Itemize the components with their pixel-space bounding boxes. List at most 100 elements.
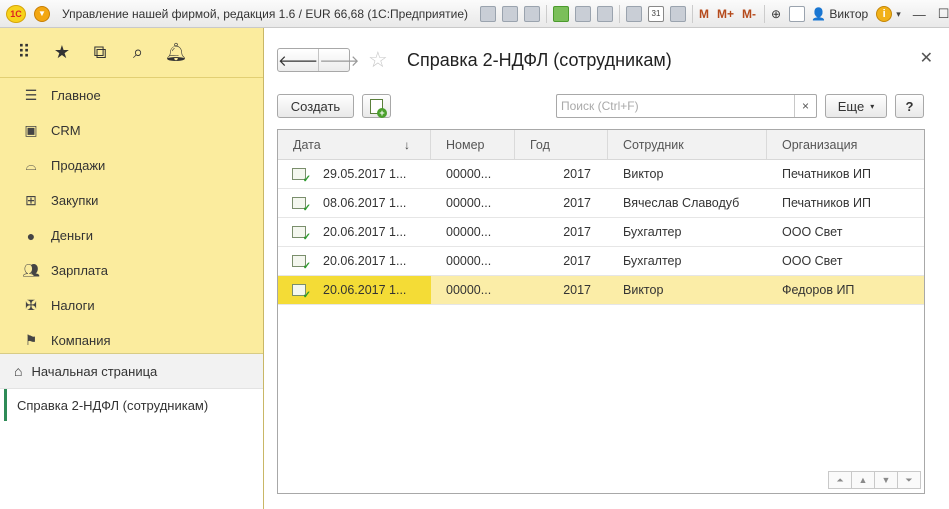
section-sales[interactable]: ⌓ Продажи bbox=[0, 148, 263, 183]
back-arrow-icon[interactable]: 🡐 bbox=[278, 49, 318, 71]
memory-plus-button[interactable]: M+ bbox=[717, 7, 734, 21]
search-input[interactable] bbox=[557, 95, 794, 117]
calculator-icon[interactable] bbox=[670, 6, 686, 22]
home-page-link[interactable]: ⌂ Начальная страница bbox=[0, 354, 263, 389]
cell-date: 29.05.2017 1... bbox=[278, 160, 431, 188]
memory-minus-button[interactable]: M- bbox=[742, 7, 756, 21]
column-header-employee[interactable]: Сотрудник bbox=[608, 130, 767, 159]
mail-icon[interactable] bbox=[575, 6, 591, 22]
spreadsheet-icon[interactable] bbox=[626, 6, 642, 22]
clear-search-icon[interactable]: × bbox=[794, 95, 816, 117]
toolbar-divider bbox=[546, 5, 547, 23]
upload-icon[interactable] bbox=[553, 6, 569, 22]
cell-organization: Печатников ИП bbox=[782, 167, 871, 181]
close-form-icon[interactable]: ✕ bbox=[920, 48, 933, 68]
toolbar-divider bbox=[619, 5, 620, 23]
cell-organization: ООО Свет bbox=[782, 225, 843, 239]
table-header: Дата ↓ Номер Год Сотрудник Организация bbox=[278, 130, 924, 160]
section-label: Деньги bbox=[51, 228, 93, 243]
search-icon[interactable]: ⌕ bbox=[128, 42, 148, 63]
scroll-first-icon[interactable]: ⏶ bbox=[828, 471, 852, 489]
sort-down-icon: ↓ bbox=[404, 137, 410, 152]
chevron-down-icon[interactable]: ▾ bbox=[896, 9, 901, 20]
table-row[interactable]: 08.06.2017 1... 00000... 2017 Вячеслав С… bbox=[278, 189, 924, 218]
posted-document-icon bbox=[292, 255, 311, 272]
minimize-icon[interactable]: — bbox=[913, 7, 926, 22]
table-row[interactable]: 20.06.2017 1... 00000... 2017 Бухгалтер … bbox=[278, 247, 924, 276]
section-purchases[interactable]: ⊞ Закупки bbox=[0, 183, 263, 218]
window-title-bar: 1С ▼ Управление нашей фирмой, редакция 1… bbox=[0, 0, 949, 28]
more-label: Еще bbox=[837, 98, 865, 114]
section-label: CRM bbox=[51, 123, 81, 138]
cell-date-text: 29.05.2017 1... bbox=[323, 167, 407, 181]
cell-date-text: 20.06.2017 1... bbox=[323, 254, 407, 268]
table-row-selected[interactable]: 20.06.2017 1... 00000... 2017 Виктор Фед… bbox=[278, 276, 924, 305]
cell-number: 00000... bbox=[446, 196, 492, 210]
open-window-item[interactable]: Справка 2-НДФЛ (сотрудникам) bbox=[4, 389, 263, 421]
table-row[interactable]: 20.06.2017 1... 00000... 2017 Бухгалтер … bbox=[278, 218, 924, 247]
table-row[interactable]: 29.05.2017 1... 00000... 2017 Виктор Печ… bbox=[278, 160, 924, 189]
cell-employee: Виктор bbox=[623, 167, 664, 181]
home-icon: ⌂ bbox=[14, 363, 23, 379]
scroll-last-icon[interactable]: ⏷ bbox=[897, 471, 921, 489]
cell-employee: Бухгалтер bbox=[623, 254, 682, 268]
cell-employee: Виктор bbox=[623, 283, 664, 297]
form-area: 🡐 🡒 ☆ Справка 2-НДФЛ (сотрудникам) ✕ Соз… bbox=[265, 28, 949, 509]
user-menu[interactable]: 👤 Виктор bbox=[811, 7, 868, 21]
create-button[interactable]: Создать bbox=[277, 94, 354, 118]
print-icon[interactable] bbox=[502, 6, 518, 22]
history-icon[interactable]: ⧉ bbox=[90, 42, 110, 63]
column-label: Дата bbox=[293, 137, 321, 152]
toolbar-divider bbox=[692, 5, 693, 23]
page-title: Справка 2-НДФЛ (сотрудникам) bbox=[407, 50, 672, 70]
preview-icon[interactable] bbox=[524, 6, 540, 22]
cell-employee: Бухгалтер bbox=[623, 225, 682, 239]
cell-number: 00000... bbox=[446, 283, 492, 297]
save-icon[interactable] bbox=[480, 6, 496, 22]
zoom-icon[interactable]: ⊕ bbox=[771, 7, 781, 21]
toolbar-divider bbox=[764, 5, 766, 23]
main-menu-button[interactable]: ▼ bbox=[34, 5, 50, 22]
info-icon[interactable]: i bbox=[876, 6, 893, 22]
apps-grid-icon[interactable]: ⠿ bbox=[14, 42, 34, 63]
section-taxes[interactable]: ✠ Налоги bbox=[0, 288, 263, 323]
scroll-up-icon[interactable]: ▲ bbox=[851, 471, 875, 489]
help-button[interactable]: ? bbox=[895, 94, 924, 118]
create-by-copy-button[interactable] bbox=[362, 94, 391, 118]
cell-year: 2017 bbox=[563, 254, 591, 268]
home-label: Начальная страница bbox=[31, 363, 158, 379]
1c-logo-icon: 1С bbox=[6, 4, 26, 23]
column-header-date[interactable]: Дата ↓ bbox=[278, 130, 431, 159]
cell-employee: Вячеслав Славодуб bbox=[623, 196, 740, 210]
section-crm[interactable]: ▣ CRM bbox=[0, 113, 263, 148]
section-main[interactable]: ☰ Главное bbox=[0, 78, 263, 113]
section-label: Закупки bbox=[51, 193, 99, 208]
column-header-year[interactable]: Год bbox=[515, 130, 608, 159]
section-money[interactable]: ● Деньги bbox=[0, 218, 263, 253]
people-icon: 👥︎ bbox=[22, 262, 40, 278]
scroll-down-icon[interactable]: ▼ bbox=[874, 471, 898, 489]
cell-organization: Федоров ИП bbox=[782, 283, 855, 297]
memory-m-button[interactable]: M bbox=[699, 7, 709, 21]
documents-table: Дата ↓ Номер Год Сотрудник Организация 2… bbox=[277, 129, 925, 494]
search-box: × bbox=[556, 94, 817, 118]
column-header-organization[interactable]: Организация bbox=[767, 130, 924, 159]
table-scroll-buttons: ⏶ ▲ ▼ ⏷ bbox=[828, 471, 921, 489]
attach-icon[interactable] bbox=[597, 6, 613, 22]
column-header-number[interactable]: Номер bbox=[431, 130, 515, 159]
flag-icon: ⚑ bbox=[24, 332, 38, 348]
posted-document-icon bbox=[292, 197, 311, 214]
notifications-bell-icon[interactable]: 🔔︎ bbox=[165, 42, 188, 63]
panel-toggle-icon[interactable] bbox=[789, 6, 806, 22]
favorite-star-icon[interactable]: ☆ bbox=[368, 47, 388, 73]
cell-date-text: 08.06.2017 1... bbox=[323, 196, 407, 210]
more-button[interactable]: Еще ▾ bbox=[825, 94, 887, 118]
cell-year: 2017 bbox=[563, 283, 591, 297]
forward-arrow-icon[interactable]: 🡒 bbox=[318, 49, 359, 71]
cell-date-text: 20.06.2017 1... bbox=[323, 283, 407, 297]
maximize-icon[interactable]: ☐ bbox=[938, 6, 949, 22]
calendar-icon[interactable]: 31 bbox=[648, 6, 664, 22]
section-salary[interactable]: 👥︎ Зарплата bbox=[0, 253, 263, 288]
favorites-star-icon[interactable]: ★ bbox=[52, 42, 72, 63]
cell-number: 00000... bbox=[446, 254, 492, 268]
